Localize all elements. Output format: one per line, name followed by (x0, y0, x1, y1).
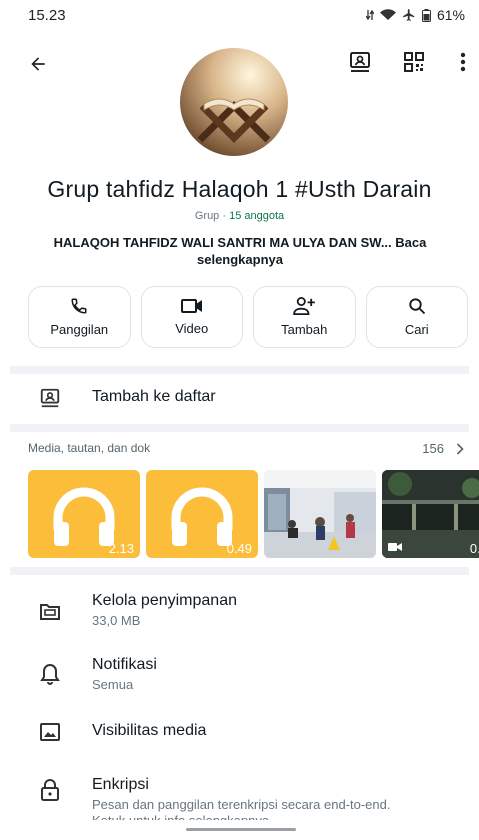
media-count-group: 156 (422, 441, 464, 456)
section-divider (10, 366, 469, 374)
media-visibility-title: Visibilitas media (92, 722, 207, 739)
video-button[interactable]: Video (140, 286, 243, 348)
airplane-icon (403, 9, 415, 21)
action-buttons: Panggilan Video Tambah Cari (28, 286, 468, 348)
back-button[interactable] (24, 50, 52, 78)
lock-icon (38, 778, 62, 802)
notifications-value: Semua (92, 677, 134, 692)
group-avatar[interactable] (180, 48, 288, 156)
video-icon (180, 299, 202, 313)
add-member-button[interactable]: Tambah (253, 286, 356, 348)
status-bar: 15.23 61% (0, 0, 479, 30)
wifi-icon (379, 9, 396, 20)
notifications-row[interactable]: Notifikasi Semua (0, 654, 479, 698)
call-button[interactable]: Panggilan (28, 286, 131, 348)
phone-icon (71, 298, 87, 314)
encryption-row[interactable]: Enkripsi Pesan dan panggilan terenkripsi… (0, 774, 479, 820)
add-label: Tambah (281, 322, 328, 337)
status-icons: 61% (365, 7, 465, 23)
search-icon (409, 298, 425, 315)
data-arrows-icon (365, 9, 374, 21)
contact-card-icon (350, 52, 370, 72)
search-label: Cari (404, 322, 429, 337)
member-count[interactable]: 15 anggota (229, 210, 284, 222)
manage-storage-row[interactable]: Kelola penyimpanan 33,0 MB (0, 590, 479, 634)
encryption-description: Pesan dan panggilan terenkripsi secara e… (92, 797, 391, 820)
add-person-icon (293, 297, 316, 315)
contacts-list-button[interactable] (346, 48, 374, 76)
more-options-button[interactable] (449, 48, 477, 76)
hall-photo-image (264, 470, 376, 558)
arrow-back-icon (31, 57, 45, 71)
media-duration: 2.13 (108, 541, 134, 556)
call-label: Panggilan (50, 322, 109, 337)
battery-percent: 61% (436, 7, 465, 23)
section-divider (10, 567, 469, 575)
media-visibility-row[interactable]: Visibilitas media (0, 720, 479, 748)
media-title: Media, tautan, dan dok (28, 441, 151, 455)
media-duration: 0.0 (469, 541, 479, 556)
media-thumb-image[interactable] (264, 470, 376, 558)
group-description[interactable]: HALAQOH TAHFIDZ WALI SANTRI MA ULYA DAN … (40, 234, 440, 268)
add-to-list-label: Tambah ke daftar (92, 388, 216, 405)
media-header[interactable]: Media, tautan, dan dok 156 (28, 441, 464, 456)
media-thumb-audio[interactable]: 0.49 (146, 470, 258, 558)
storage-icon (38, 598, 62, 622)
notifications-title: Notifikasi (92, 656, 157, 673)
video-camera-icon (388, 543, 402, 551)
more-vertical-icon (460, 52, 466, 72)
media-duration: 0.49 (226, 541, 252, 556)
bell-icon (38, 662, 62, 686)
add-to-list-row[interactable]: Tambah ke daftar (0, 384, 479, 414)
chevron-right-icon (456, 442, 464, 455)
media-thumb-audio[interactable]: 2.13 (28, 470, 140, 558)
manage-storage-title: Kelola penyimpanan (92, 592, 237, 609)
group-subtitle: Grup · 15 anggota (0, 210, 479, 222)
group-name: Grup tahfidz Halaqoh 1 #Usth Darain (47, 176, 432, 202)
section-divider (10, 424, 469, 432)
status-time: 15.23 (28, 6, 66, 24)
group-type-label: Grup · (194, 210, 230, 222)
qr-code-button[interactable] (400, 48, 428, 76)
home-indicator[interactable] (186, 828, 296, 831)
video-label: Video (175, 321, 209, 336)
media-strip: 2.13 0.49 0 (28, 470, 479, 558)
image-icon (38, 720, 62, 744)
list-add-icon (38, 386, 62, 410)
media-count: 156 (422, 441, 444, 456)
battery-icon (421, 8, 431, 22)
media-thumb-video[interactable]: 0.0 (382, 470, 479, 558)
encryption-title: Enkripsi (92, 776, 149, 793)
manage-storage-value: 33,0 MB (92, 613, 141, 628)
qr-code-icon (404, 52, 424, 72)
search-button[interactable]: Cari (365, 286, 468, 348)
